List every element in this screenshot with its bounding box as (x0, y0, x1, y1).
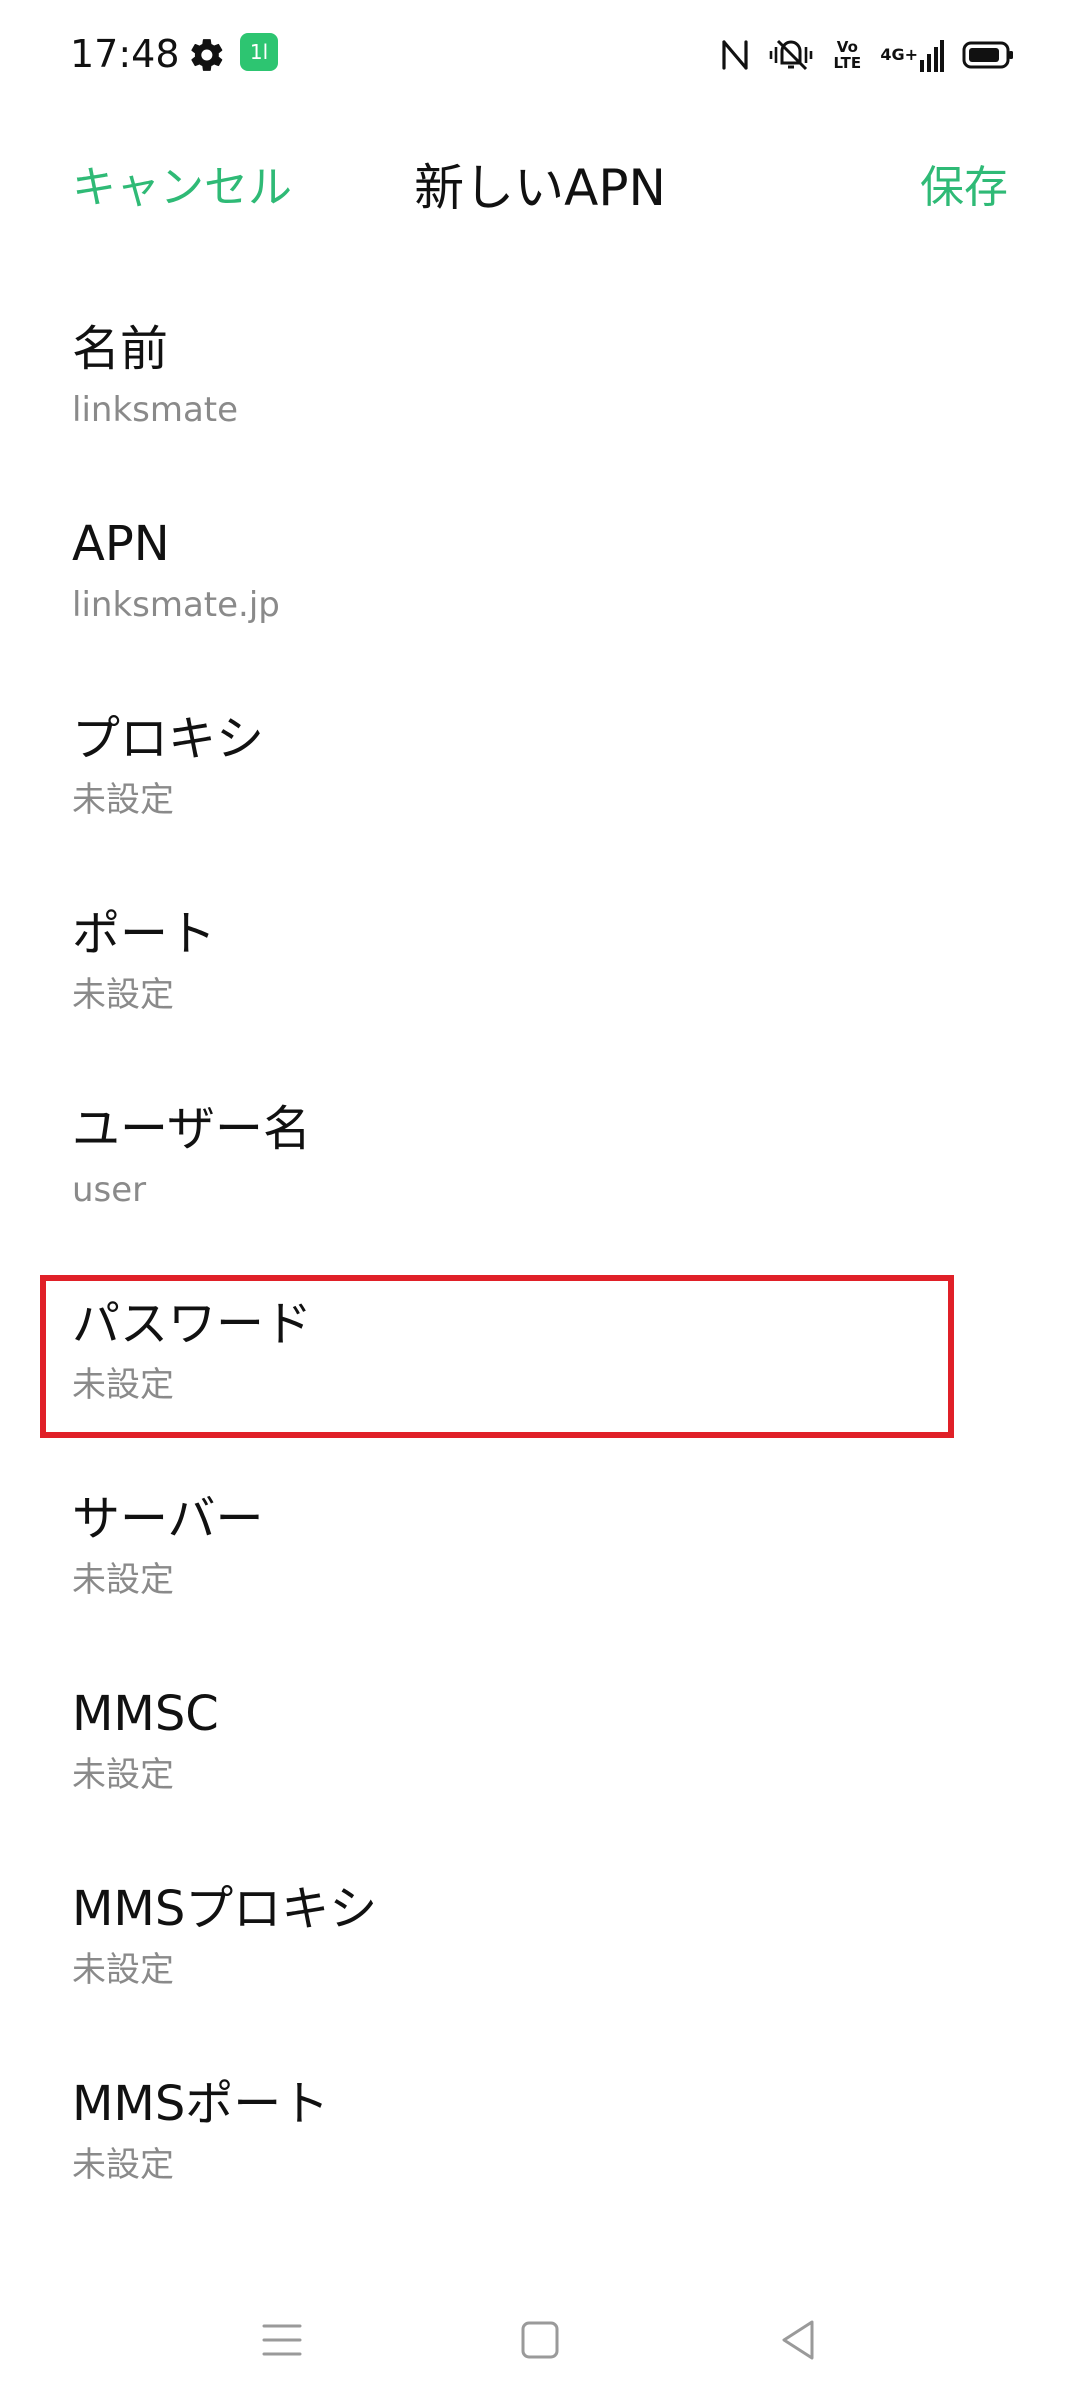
field-value: linksmate.jp (72, 585, 280, 625)
field-label: ポート (72, 906, 217, 962)
field-password[interactable]: パスワード 未設定 (0, 1275, 1080, 1470)
signal-4g-icon: 4G+ (880, 38, 944, 72)
field-value: 未設定 (72, 1560, 174, 1600)
field-value: 未設定 (72, 780, 174, 820)
field-value: 未設定 (72, 2145, 174, 2185)
field-value: linksmate (72, 390, 239, 430)
field-value: 未設定 (72, 975, 174, 1015)
app-header: キャンセル 新しいAPN 保存 (0, 140, 1080, 240)
page-title: 新しいAPN (414, 159, 666, 217)
field-value: 未設定 (72, 1365, 174, 1405)
field-label: プロキシ (72, 711, 265, 767)
status-bar: 17:48 1l Vo LTE 4G+ (0, 0, 1080, 108)
apn-field-list: 名前 linksmate APN linksmate.jp プロキシ 未設定 ポ… (0, 300, 1080, 2250)
field-apn[interactable]: APN linksmate.jp (0, 495, 1080, 690)
gear-icon (188, 36, 226, 74)
field-mms-port[interactable]: MMSポート 未設定 (0, 2055, 1080, 2250)
back-icon[interactable] (768, 2310, 828, 2370)
field-label: パスワード (72, 1296, 313, 1352)
status-icons: Vo LTE 4G+ (702, 33, 1014, 77)
navigation-bar (0, 2280, 1080, 2400)
field-server[interactable]: サーバー 未設定 (0, 1470, 1080, 1665)
network-type-label: 4G+ (880, 45, 918, 64)
volte-icon: Vo LTE (833, 38, 862, 72)
vibrate-icon (768, 37, 814, 73)
field-label: サーバー (72, 1491, 264, 1547)
field-label: MMSC (72, 1686, 219, 1742)
save-button[interactable]: 保存 (920, 158, 1008, 218)
field-label: MMSポート (72, 2076, 330, 2132)
status-time: 17:48 (70, 32, 180, 76)
app-notification-icon: 1l (240, 33, 278, 71)
nfc-icon (720, 38, 750, 72)
field-username[interactable]: ユーザー名 user (0, 1080, 1080, 1275)
field-name[interactable]: 名前 linksmate (0, 300, 1080, 495)
home-icon[interactable] (510, 2310, 570, 2370)
field-label: ユーザー名 (72, 1101, 312, 1157)
field-value: 未設定 (72, 1950, 174, 1990)
field-mms-proxy[interactable]: MMSプロキシ 未設定 (0, 1860, 1080, 2055)
field-proxy[interactable]: プロキシ 未設定 (0, 690, 1080, 885)
field-label: MMSプロキシ (72, 1881, 378, 1937)
apn-edit-screen: 17:48 1l Vo LTE 4G+ キャンセル 新しいAPN 保存 名前 l… (0, 0, 1080, 2400)
menu-icon[interactable] (252, 2310, 312, 2370)
field-port[interactable]: ポート 未設定 (0, 885, 1080, 1080)
battery-icon (962, 40, 1014, 70)
field-label: 名前 (72, 321, 169, 377)
field-label: APN (72, 516, 170, 572)
field-mmsc[interactable]: MMSC 未設定 (0, 1665, 1080, 1860)
field-value: user (72, 1170, 147, 1210)
field-value: 未設定 (72, 1755, 174, 1795)
